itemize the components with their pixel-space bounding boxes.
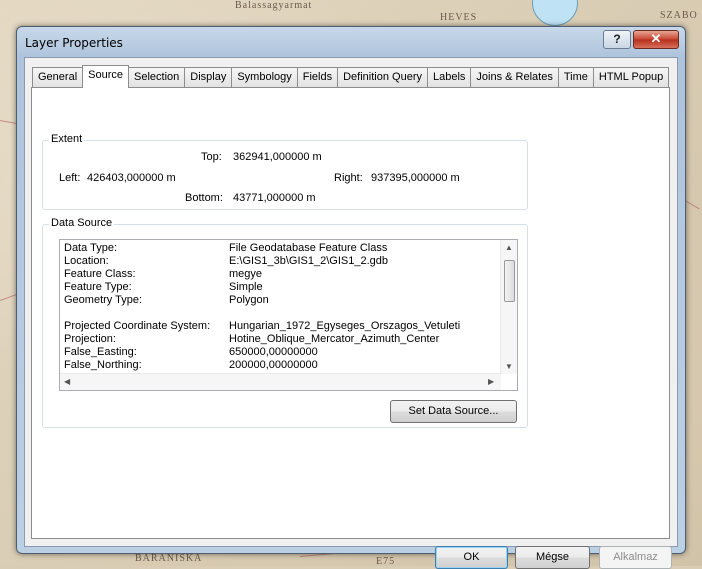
layer-properties-dialog: Layer Properties ? ✕ General Source Sele… [16,26,686,569]
scroll-right-arrow-icon[interactable]: ▶ [488,377,494,386]
scrollbar-thumb[interactable] [504,260,515,302]
map-label: BARANISKA [135,553,203,564]
extent-bottom-label: Bottom: [185,192,223,204]
source-tab-panel: Extent Top: 362941,000000 m Left: 426403… [31,87,670,539]
extent-top-label: Top: [201,151,222,163]
map-label: HEVES [440,12,478,23]
extent-right-value: 937395,000000 m [371,172,460,184]
extent-bottom-value: 43771,000000 m [233,192,316,204]
tab-fields[interactable]: Fields [296,67,339,87]
scroll-left-arrow-icon[interactable]: ◀ [64,377,70,386]
map-label: SZABO [660,10,698,21]
extent-left-label: Left: [59,172,81,184]
tab-joins-relates[interactable]: Joins & Relates [470,67,559,87]
data-source-info-list[interactable]: Data Type: File Geodatabase Feature Class… [59,239,518,391]
extent-left-value: 426403,000000 m [87,172,176,184]
extent-group-label: Extent [49,133,85,145]
help-button[interactable]: ? [603,30,631,49]
tab-time[interactable]: Time [557,67,594,87]
map-border-line [0,293,18,301]
tab-labels[interactable]: Labels [426,67,472,87]
tab-symbology[interactable]: Symbology [231,67,298,87]
map-label: Balassagyarmat [235,0,313,11]
close-button[interactable]: ✕ [633,30,679,49]
tab-general[interactable]: General [32,67,84,87]
tab-source[interactable]: Source [82,65,129,88]
title-bar[interactable]: Layer Properties ? ✕ [17,27,685,57]
extent-top-value: 362941,000000 m [233,151,322,163]
map-water-circle [532,0,578,26]
window-title: Layer Properties [25,36,123,50]
tab-html-popup[interactable]: HTML Popup [592,67,670,87]
scroll-up-arrow-icon[interactable]: ▲ [505,243,513,252]
data-source-group-label: Data Source [49,217,115,229]
tab-strip: General Source Selection Display Symbolo… [32,65,670,88]
data-source-group: Data Source Data Type: File Geodatabase F… [42,217,528,428]
tab-selection[interactable]: Selection [128,67,186,87]
tab-definition-query[interactable]: Definition Query [337,67,428,87]
set-data-source-button[interactable]: Set Data Source... [390,400,517,423]
map-border-line [684,200,700,210]
horizontal-scrollbar[interactable]: ◀ ▶ [60,373,501,390]
scroll-down-arrow-icon[interactable]: ▼ [505,362,513,371]
extent-right-label: Right: [334,172,363,184]
map-label: E75 [376,556,396,566]
tab-display[interactable]: Display [184,67,233,87]
dialog-client-area: General Source Selection Display Symbolo… [24,57,678,569]
extent-group: Extent Top: 362941,000000 m Left: 426403… [42,133,528,210]
vertical-scrollbar[interactable]: ▲ ▼ [500,240,517,374]
